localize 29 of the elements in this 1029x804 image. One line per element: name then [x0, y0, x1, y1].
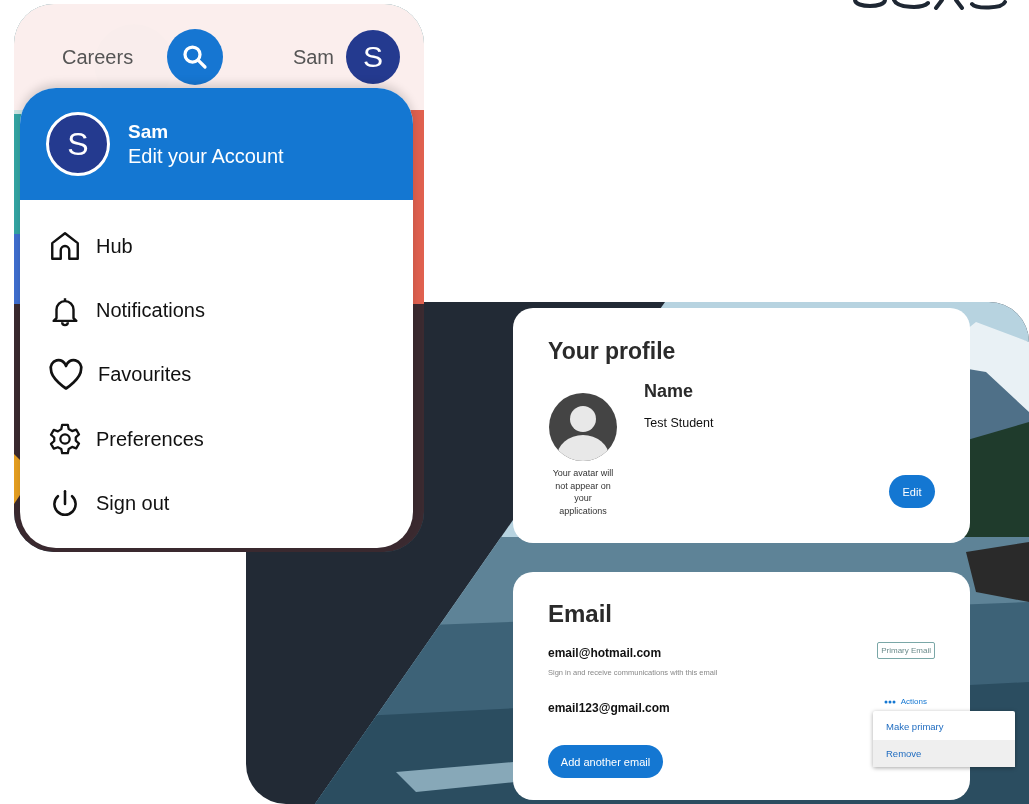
field-label: Name: [644, 381, 695, 402]
email-address: email@hotmail.com: [548, 646, 662, 660]
primary-email-tag: Primary Email: [877, 642, 935, 659]
account-header[interactable]: S Sam Edit your Account: [20, 88, 413, 200]
menu-item[interactable]: Preferences: [96, 427, 204, 451]
more-icon: [883, 699, 896, 704]
email-address: email123@gmail.com: [548, 701, 670, 715]
card-title: Email: [548, 600, 614, 628]
card-title: Your profile: [548, 338, 677, 365]
menu-item[interactable]: Sign out: [96, 492, 170, 516]
heart-icon: [48, 357, 84, 392]
avatar: S: [46, 112, 110, 176]
actions-link[interactable]: Actions: [883, 697, 927, 706]
menu-item[interactable]: Hub: [96, 234, 133, 258]
edit-button[interactable]: Edit: [889, 475, 935, 508]
menu-item[interactable]: Notifications: [96, 299, 205, 323]
avatar-button[interactable]: S: [346, 30, 400, 84]
settings-icon: [48, 422, 82, 457]
menu-item[interactable]: Favourites: [98, 363, 192, 387]
avatar-placeholder-icon: [549, 393, 617, 461]
careers-link[interactable]: Careers: [62, 45, 134, 69]
avatar-note: Your avatar will not appear on your applications: [551, 467, 615, 517]
user-name: Sam: [292, 45, 334, 69]
field-value: Test Student: [644, 416, 714, 430]
account-subtitle: Edit your Account: [128, 144, 284, 168]
menu-item[interactable]: Make primary: [873, 713, 1015, 740]
menu-item[interactable]: Remove: [873, 740, 1015, 767]
add-email-button[interactable]: Add another email: [548, 745, 663, 778]
account-name: Sam: [128, 120, 170, 143]
